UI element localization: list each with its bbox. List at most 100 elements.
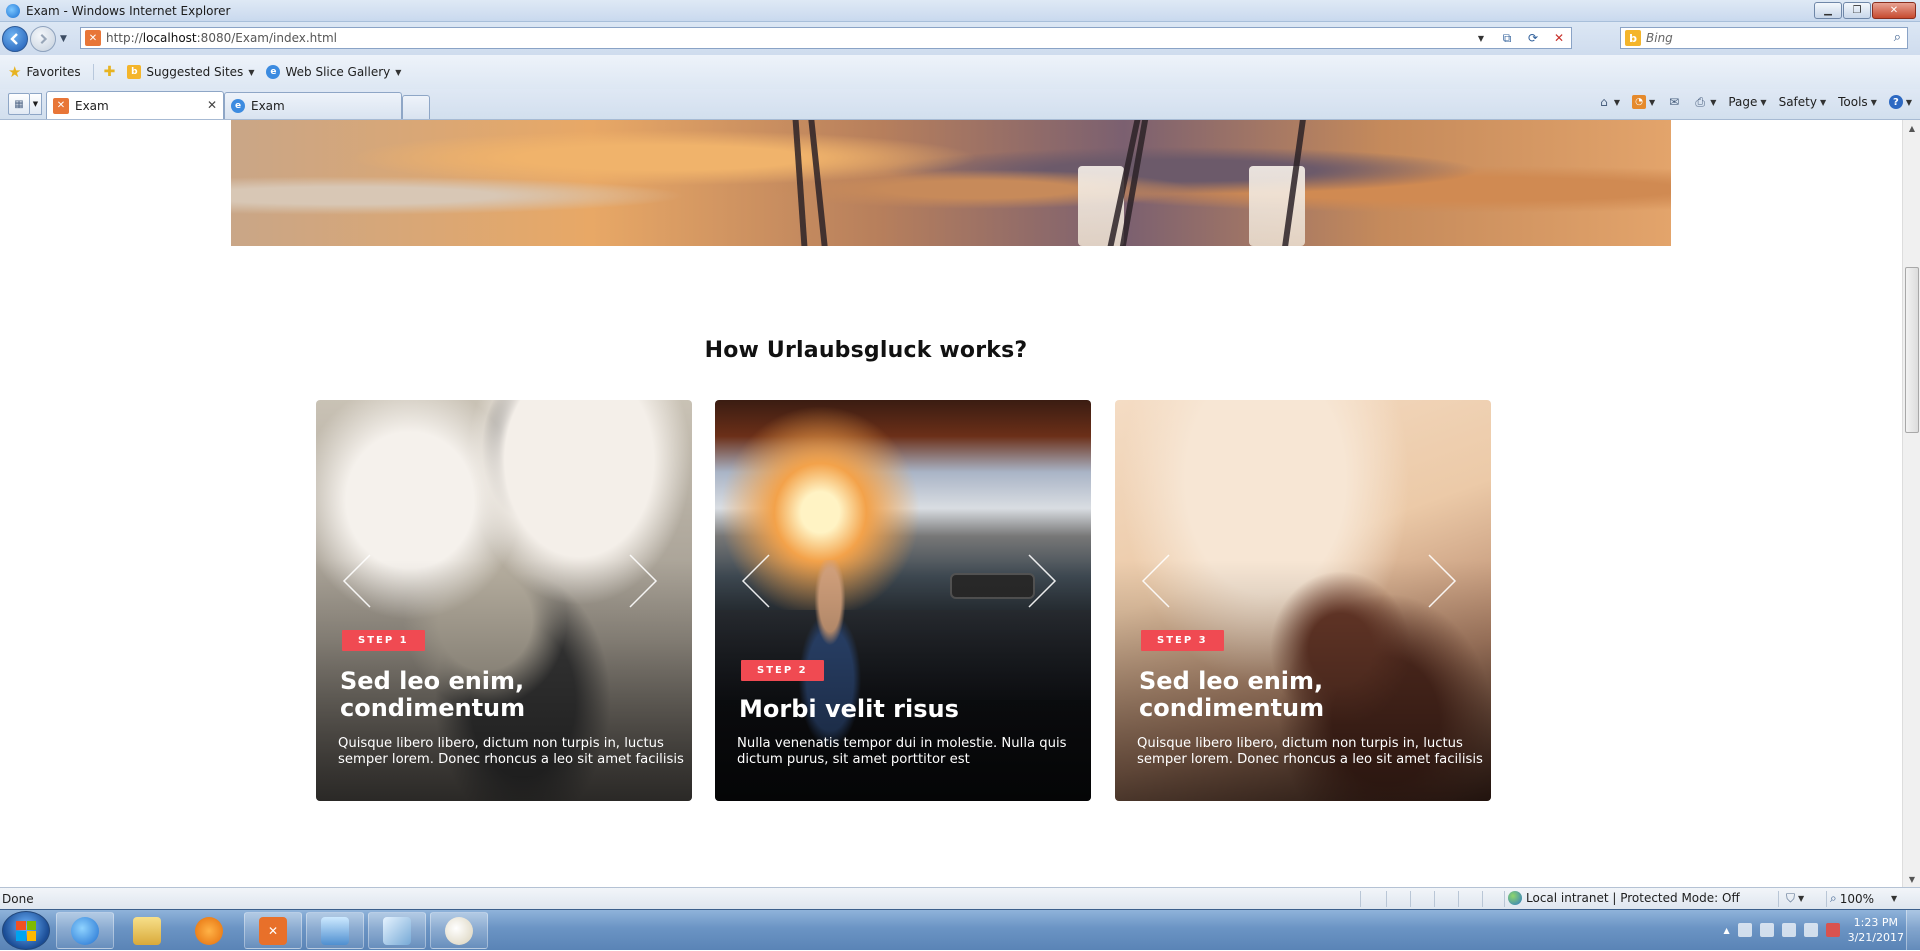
compatibility-view-icon[interactable]: ⧉ <box>1497 29 1517 47</box>
tools-menu[interactable]: Tools ▼ <box>1838 95 1877 109</box>
forward-arrow-icon <box>40 33 48 44</box>
tab-label: Exam <box>75 98 109 113</box>
page-menu[interactable]: Page ▼ <box>1728 95 1766 109</box>
stop-icon[interactable]: ✕ <box>1549 29 1569 47</box>
window-title: Exam - Windows Internet Explorer <box>26 3 231 18</box>
search-field[interactable]: b Bing ⌕ <box>1620 27 1908 49</box>
show-desktop-button[interactable] <box>1906 910 1920 951</box>
action-center-icon[interactable] <box>1737 923 1752 937</box>
close-button[interactable]: ✕ <box>1872 2 1916 19</box>
quick-tabs-button[interactable]: ▦ <box>8 93 30 115</box>
minimize-button[interactable]: ▁ <box>1814 2 1842 19</box>
carousel-next-arrow-icon[interactable] <box>628 553 658 609</box>
window-controls: ▁ ❐ ✕ <box>1814 2 1916 19</box>
search-icon[interactable]: ⌕ <box>1894 30 1901 45</box>
command-bar: ⌂ ▼ ◔ ▼ ✉ ⎙ ▼ Page ▼ Safety ▼ Tools ▼ ? ▼ <box>1597 95 1912 109</box>
mail-icon: ✉ <box>1669 95 1680 109</box>
card-text: Nulla venenatis tempor dui in molestie. … <box>737 736 1067 767</box>
internet-explorer-icon <box>71 916 99 945</box>
system-tray: ▲ 1:23 PM 3/21/2017 <box>1723 915 1904 945</box>
xampp-favicon-icon: ✕ <box>53 97 69 114</box>
shield-icon: ⛉ <box>1786 891 1796 905</box>
back-button[interactable] <box>2 25 28 52</box>
vertical-scrollbar[interactable]: ▲ ▼ <box>1902 120 1920 887</box>
step-card-2[interactable]: STEP 2 Morbi velit risus Nulla venenatis… <box>715 400 1091 801</box>
security-zone-label: Local intranet | Protected Mode: Off <box>1526 891 1740 905</box>
print-button[interactable]: ⎙ ▼ <box>1693 95 1716 109</box>
new-tab-button[interactable] <box>402 95 430 119</box>
taskbar-paint[interactable] <box>430 912 488 949</box>
scroll-up-arrow-icon[interactable]: ▲ <box>1903 120 1920 136</box>
search-placeholder: Bing <box>1646 31 1673 45</box>
tab-exam[interactable]: e Exam <box>224 92 402 119</box>
maximize-button[interactable]: ❐ <box>1843 2 1871 19</box>
status-bar: Done Local intranet | Protected Mode: Of… <box>0 887 1920 909</box>
help-button[interactable]: ? ▼ <box>1888 95 1912 109</box>
xampp-icon: ✕ <box>259 916 287 945</box>
recent-pages-dropdown[interactable]: ▼ <box>60 34 67 44</box>
taskbar-app[interactable] <box>368 912 426 949</box>
tab-list-dropdown[interactable]: ▼ <box>30 93 42 115</box>
carousel-prev-arrow-icon[interactable] <box>741 553 771 609</box>
network-icon[interactable] <box>1781 923 1796 937</box>
magnifier-icon: ⌕ <box>1830 891 1837 905</box>
show-hidden-icons-button[interactable]: ▲ <box>1723 926 1729 935</box>
card-title: Sed leo enim, condimentum <box>340 667 526 722</box>
step-card-3[interactable]: STEP 3 Sed leo enim, condimentum Quisque… <box>1115 400 1491 801</box>
scrollbar-thumb[interactable] <box>1905 267 1919 433</box>
back-arrow-icon <box>10 32 18 45</box>
carousel-next-arrow-icon[interactable] <box>1027 553 1057 609</box>
favorites-star-icon: ★ <box>8 63 22 81</box>
refresh-icon[interactable]: ⟳ <box>1523 29 1543 47</box>
web-slice-gallery-label: Web Slice Gallery <box>285 65 391 79</box>
taskbar-file-explorer[interactable] <box>118 912 176 949</box>
power-icon[interactable] <box>1803 923 1818 937</box>
carousel-next-arrow-icon[interactable] <box>1427 553 1457 609</box>
forward-button[interactable] <box>30 25 56 52</box>
suggested-sites-label: Suggested Sites <box>146 65 244 79</box>
home-button[interactable]: ⌂ ▼ <box>1597 95 1620 109</box>
notification-icon[interactable] <box>1825 923 1840 937</box>
safety-menu[interactable]: Safety ▼ <box>1779 95 1827 109</box>
feeds-button[interactable]: ◔ ▼ <box>1632 95 1655 109</box>
step-card-1[interactable]: STEP 1 Sed leo enim, condimentum Quisque… <box>316 400 692 801</box>
add-to-favorites-bar-icon[interactable]: ✚ <box>92 64 115 80</box>
start-button[interactable] <box>2 911 50 950</box>
security-zone[interactable]: Local intranet | Protected Mode: Off <box>1508 891 1740 905</box>
address-dropdown-icon[interactable]: ▼ <box>1471 29 1491 47</box>
taskbar-internet-explorer[interactable] <box>56 912 114 949</box>
taskbar-xampp[interactable]: ✕ <box>244 912 302 949</box>
suggested-sites-link[interactable]: b Suggested Sites ▼ <box>127 65 254 79</box>
taskbar-remote-desktop[interactable] <box>306 912 364 949</box>
carousel-prev-arrow-icon[interactable] <box>1141 553 1171 609</box>
window-icon <box>383 916 411 945</box>
clock[interactable]: 1:23 PM 3/21/2017 <box>1848 915 1904 945</box>
read-mail-button[interactable]: ✉ <box>1667 95 1681 109</box>
volume-icon[interactable] <box>1759 923 1774 937</box>
scroll-down-arrow-icon[interactable]: ▼ <box>1903 871 1920 887</box>
address-field[interactable]: ✕ http://localhost:8080/Exam/index.html … <box>80 27 1572 49</box>
step-badge: STEP 1 <box>342 630 425 651</box>
folder-icon <box>133 916 161 945</box>
page-viewport: How Urlaubsgluck works? STEP 1 Sed leo e… <box>0 120 1902 887</box>
globe-icon <box>1508 891 1522 905</box>
bing-icon: b <box>1625 30 1641 46</box>
clock-date: 3/21/2017 <box>1847 931 1904 944</box>
address-controls: ▼ ⧉ ⟳ ✕ <box>1471 28 1569 48</box>
card-title: Morbi velit risus <box>739 695 959 723</box>
favorites-button[interactable]: ★ Favorites <box>8 63 81 81</box>
zoom-control[interactable]: ⌕ 100% ▼ <box>1830 891 1897 906</box>
printer-icon: ⎙ <box>1695 94 1705 109</box>
carousel-prev-arrow-icon[interactable] <box>342 553 372 609</box>
rss-icon: ◔ <box>1632 95 1647 109</box>
zoom-level: 100% <box>1839 891 1875 906</box>
taskbar-media-player[interactable] <box>180 912 238 949</box>
url-text[interactable]: http://localhost:8080/Exam/index.html <box>106 31 337 45</box>
protected-mode-button[interactable]: ⛉ ▼ <box>1786 891 1804 906</box>
close-tab-icon[interactable]: ✕ <box>207 98 217 112</box>
tab-bar: ▦ ▼ ✕ Exam ✕ e Exam ⌂ ▼ ◔ ▼ ✉ ⎙ ▼ Page ▼ Saf… <box>0 89 1920 120</box>
web-slice-gallery-link[interactable]: e Web Slice Gallery ▼ <box>266 65 401 79</box>
internet-explorer-icon <box>6 3 20 18</box>
tab-exam-active[interactable]: ✕ Exam ✕ <box>46 91 224 119</box>
tab-label: Exam <box>251 99 285 113</box>
